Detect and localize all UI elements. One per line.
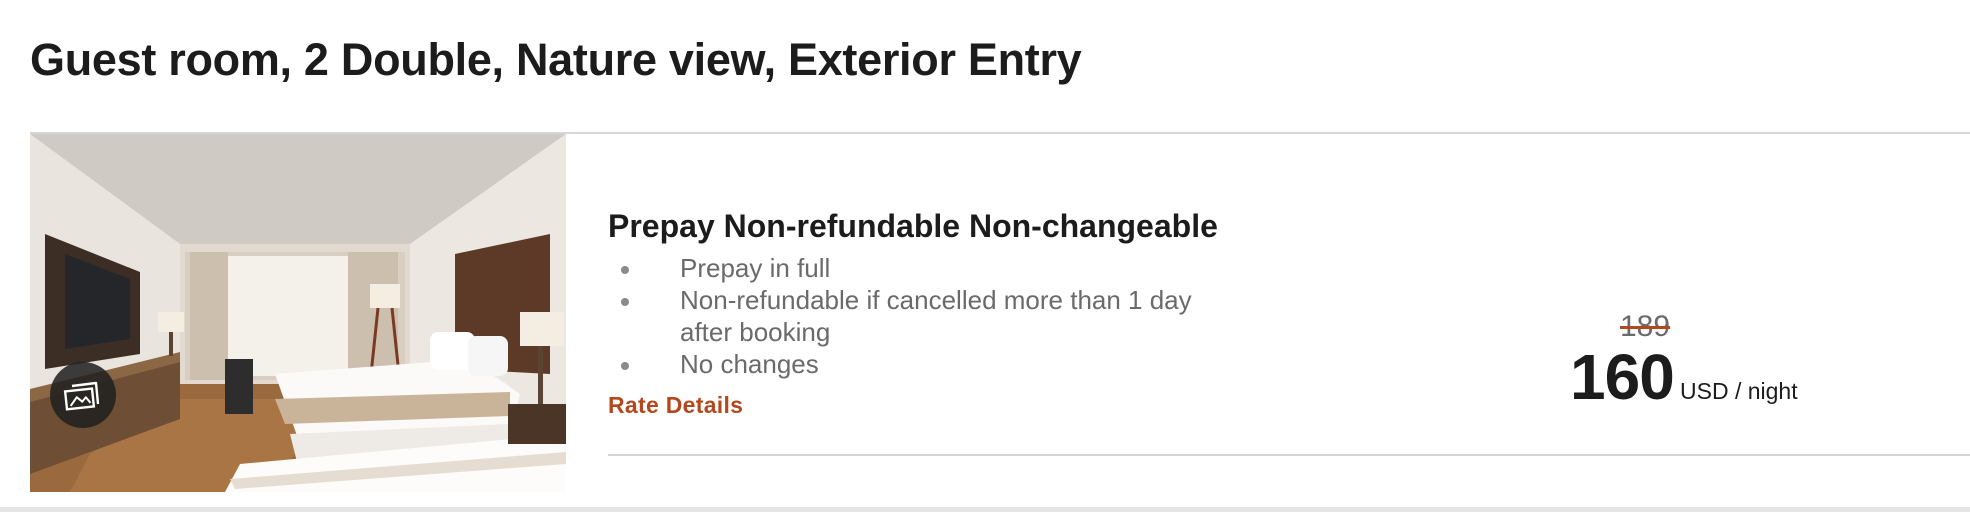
rate-feature-text: No changes [680, 349, 819, 379]
bullet-icon [621, 362, 629, 370]
divider [608, 454, 1970, 456]
gallery-icon [63, 381, 100, 411]
bullet-icon [621, 266, 629, 274]
rate-features-list: Prepay in full Non-refundable if cancell… [608, 252, 1328, 380]
current-price: 160 [1570, 341, 1675, 413]
rate-feature-item: Non-refundable if cancelled more than 1 … [608, 284, 1240, 348]
room-title: Guest room, 2 Double, Nature view, Exter… [30, 34, 1082, 85]
rate-details-link[interactable]: Rate Details [608, 392, 743, 419]
room-photo[interactable] [30, 134, 566, 492]
price-unit: USD / night [1680, 378, 1798, 404]
bullet-icon [621, 298, 629, 306]
room-photo-image [30, 134, 566, 492]
rate-name: Prepay Non-refundable Non-changeable [608, 208, 1218, 244]
rate-feature-text: Non-refundable if cancelled more than 1 … [680, 285, 1192, 347]
divider [0, 507, 1970, 512]
rate-feature-item: No changes [608, 348, 1240, 380]
original-price: 189 [1620, 310, 1671, 343]
rate-feature-item: Prepay in full [608, 252, 1240, 284]
rate-feature-text: Prepay in full [680, 253, 831, 283]
photo-gallery-button[interactable] [50, 362, 116, 428]
